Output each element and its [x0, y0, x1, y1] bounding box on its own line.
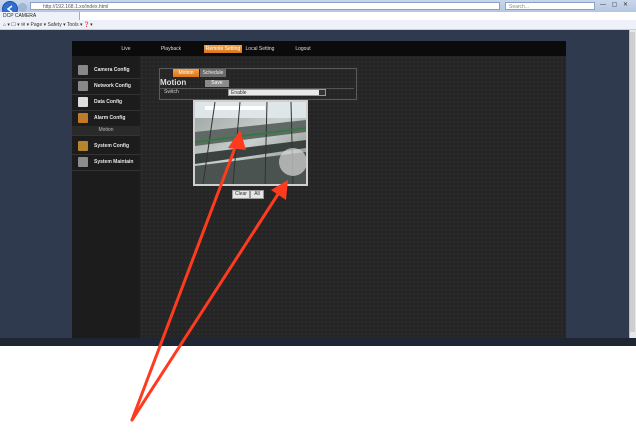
tab-motion[interactable]: Motion — [173, 69, 199, 77]
scrollbar-thumb[interactable] — [630, 32, 635, 332]
sidebar-item-label: Alarm Config — [94, 115, 126, 121]
sidebar-item-label: Data Config — [94, 99, 123, 105]
clear-button[interactable]: Clear — [232, 190, 250, 199]
switch-label: Switch — [164, 89, 179, 95]
taskbar — [0, 338, 636, 346]
sidebar-item-network-config[interactable]: Network Config — [72, 78, 140, 95]
address-bar[interactable]: http://192.168.1.xx/index.html — [30, 2, 500, 10]
sidebar-item-label: Camera Config — [94, 67, 130, 73]
nav-live[interactable]: Live — [114, 45, 138, 53]
sidebar-item-label: System Config — [94, 143, 130, 149]
sidebar-item-system-maintain[interactable]: System Maintain — [72, 154, 140, 171]
camera-view[interactable] — [193, 100, 308, 186]
nav-remote-setting[interactable]: Remote Setting — [204, 45, 242, 53]
sidebar-item-label: Network Config — [94, 83, 131, 89]
panel-title: Motion — [160, 78, 187, 87]
tab-schedule[interactable]: Schedule — [200, 69, 226, 77]
switch-select[interactable]: Enable — [228, 89, 326, 96]
nav-playback[interactable]: Playback — [156, 45, 186, 53]
camera-icon — [78, 65, 88, 75]
sidebar-item-alarm-config[interactable]: Alarm Config — [72, 110, 140, 127]
maintain-icon — [78, 157, 88, 167]
main-nav: Live Playback Remote Setting Local Setti… — [72, 41, 566, 56]
system-icon — [78, 141, 88, 151]
camera-feed-image — [195, 102, 306, 184]
command-bar[interactable]: ⌂ ▾ ☐ ▾ ✉ ▾ Page ▾ Safety ▾ Tools ▾ ❓▾ — [0, 20, 636, 30]
chevron-down-icon[interactable] — [319, 90, 325, 95]
sidebar-item-system-config[interactable]: System Config — [72, 138, 140, 155]
window-controls[interactable]: — ▢ ✕ — [600, 1, 634, 11]
search-input[interactable]: Search... — [505, 2, 595, 10]
sidebar-item-data-config[interactable]: Data Config — [72, 94, 140, 111]
browser-tab[interactable]: DCP CAMERA — [0, 12, 80, 20]
save-button[interactable]: Save — [205, 80, 229, 87]
sidebar-item-camera-config[interactable]: Camera Config — [72, 62, 140, 79]
network-icon — [78, 81, 88, 91]
nav-logout[interactable]: Logout — [290, 45, 316, 53]
forward-button[interactable] — [18, 3, 27, 12]
sidebar-subitem-motion[interactable]: Motion — [72, 126, 140, 136]
data-icon — [78, 97, 88, 107]
alarm-icon — [78, 113, 88, 123]
sidebar-item-label: System Maintain — [94, 159, 134, 165]
all-button[interactable]: All — [250, 190, 264, 199]
nav-local-setting[interactable]: Local Setting — [240, 45, 280, 53]
